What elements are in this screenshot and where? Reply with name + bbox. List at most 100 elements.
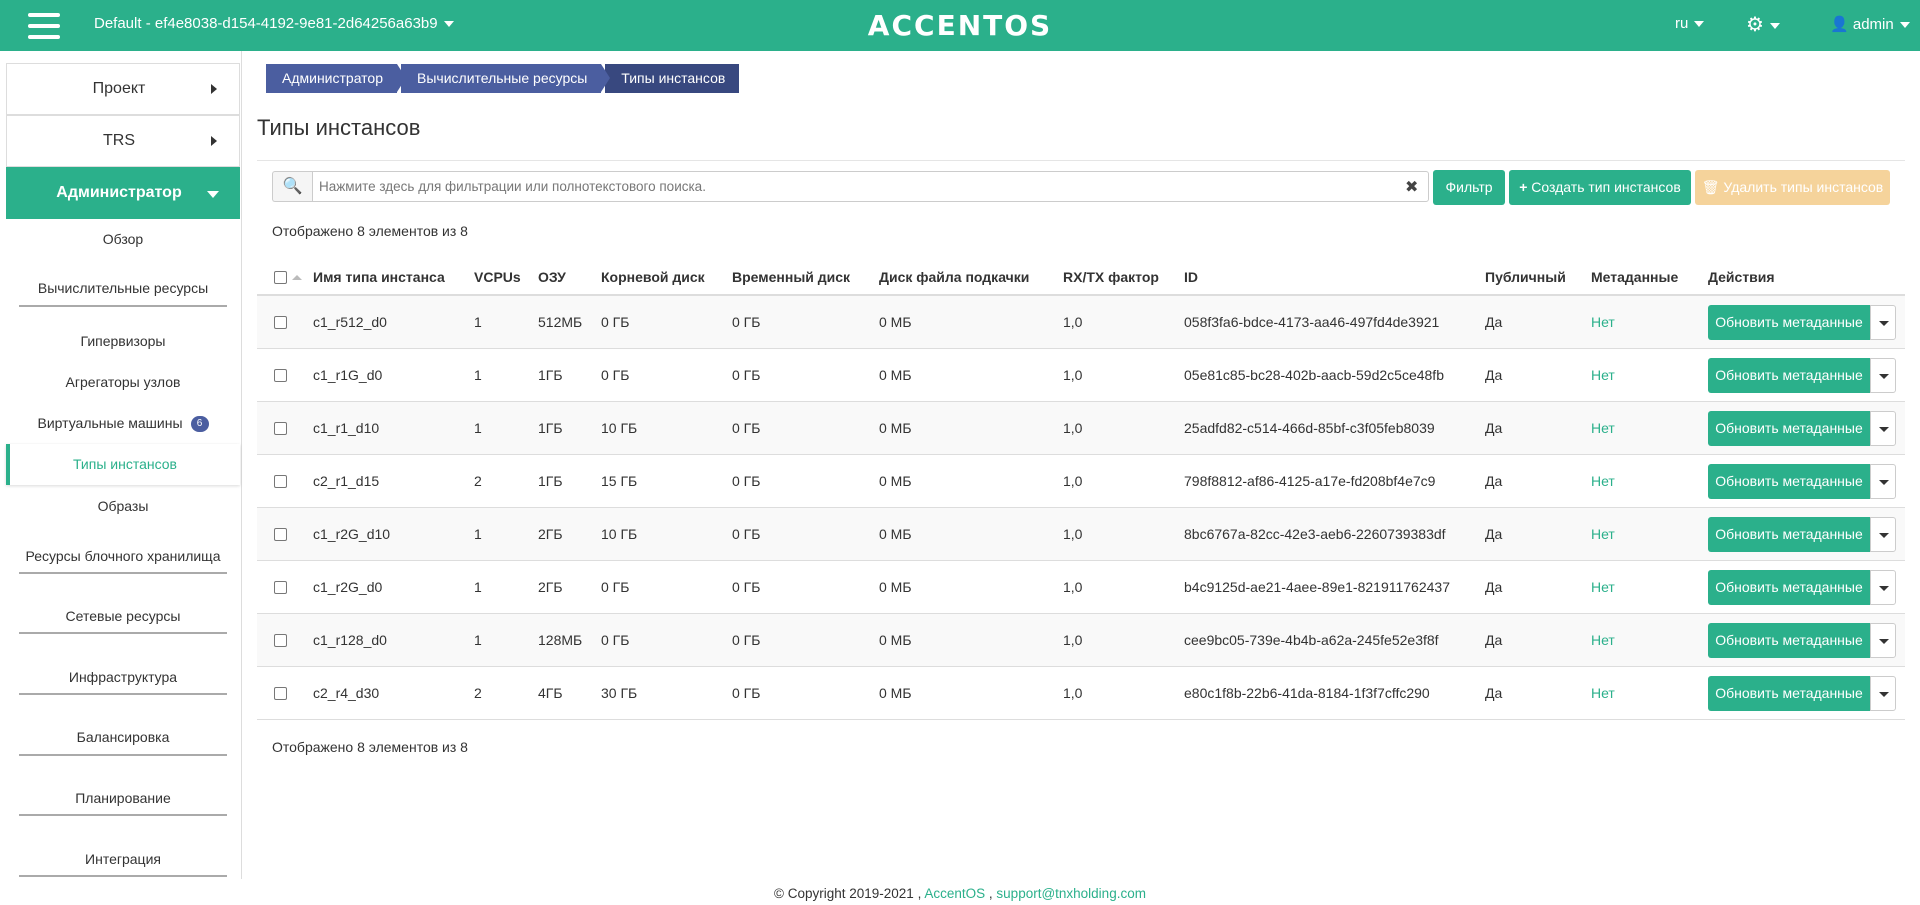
sidebar-item-compute[interactable]: Вычислительные ресурсы bbox=[6, 280, 240, 296]
cell-root-disk: 10 ГБ bbox=[601, 526, 638, 542]
user-menu[interactable]: 👤 admin bbox=[1830, 15, 1910, 33]
sidebar-item-aggregates[interactable]: Агрегаторы узлов bbox=[6, 374, 240, 390]
settings-menu[interactable]: ⚙ bbox=[1746, 12, 1780, 37]
update-metadata-button[interactable]: Обновить метаданные bbox=[1708, 517, 1870, 552]
cell-rxtx: 1,0 bbox=[1063, 473, 1083, 489]
update-metadata-button[interactable]: Обновить метаданные bbox=[1708, 464, 1870, 499]
filter-button[interactable]: Фильтр bbox=[1433, 170, 1505, 205]
update-metadata-button[interactable]: Обновить метаданные bbox=[1708, 676, 1870, 711]
cell-ephemeral-disk: 0 ГБ bbox=[732, 367, 761, 383]
support-email-link[interactable]: support@tnxholding.com bbox=[996, 886, 1146, 901]
row-actions-dropdown[interactable] bbox=[1870, 517, 1896, 552]
language-selector[interactable]: ru bbox=[1675, 15, 1705, 32]
create-flavor-button[interactable]: + Создать тип инстансов bbox=[1509, 170, 1691, 205]
search-input[interactable] bbox=[312, 171, 1429, 202]
chevron-down-icon bbox=[1879, 692, 1889, 697]
chevron-down-icon bbox=[207, 191, 219, 198]
col-public[interactable]: Публичный bbox=[1485, 258, 1566, 296]
chevron-down-icon bbox=[1879, 533, 1889, 538]
row-checkbox[interactable] bbox=[274, 634, 287, 647]
search-button[interactable]: 🔍 bbox=[272, 171, 312, 202]
row-checkbox[interactable] bbox=[274, 581, 287, 594]
sidebar-item-balancing[interactable]: Балансировка bbox=[6, 729, 240, 745]
row-checkbox[interactable] bbox=[274, 687, 287, 700]
sidebar-item-integration[interactable]: Интеграция bbox=[6, 851, 240, 867]
sidebar-item-overview[interactable]: Обзор bbox=[6, 231, 240, 247]
sidebar-item-images[interactable]: Образы bbox=[6, 498, 240, 514]
col-name[interactable]: Имя типа инстанса bbox=[313, 258, 445, 296]
cell-name: c2_r1_d15 bbox=[313, 473, 380, 489]
sidebar-item-project[interactable]: Проект bbox=[6, 63, 240, 115]
cell-metadata[interactable]: Нет bbox=[1591, 614, 1615, 667]
row-actions-dropdown[interactable] bbox=[1870, 623, 1896, 658]
breadcrumb-item[interactable]: Администратор bbox=[266, 64, 407, 93]
cell-metadata[interactable]: Нет bbox=[1591, 402, 1615, 455]
cell-swap-disk: 0 МБ bbox=[879, 420, 912, 436]
col-vcpus[interactable]: VCPUs bbox=[474, 258, 521, 296]
row-checkbox[interactable] bbox=[274, 422, 287, 435]
close-icon[interactable]: ✖ bbox=[1405, 177, 1418, 197]
update-metadata-button[interactable]: Обновить метаданные bbox=[1708, 623, 1870, 658]
delete-flavors-button[interactable]: 🗑 Удалить типы инстансов bbox=[1695, 170, 1890, 205]
cell-ephemeral-disk: 0 ГБ bbox=[732, 314, 761, 330]
separator: , bbox=[988, 886, 993, 901]
row-checkbox[interactable] bbox=[274, 369, 287, 382]
col-rxtx[interactable]: RX/TX фактор bbox=[1063, 258, 1159, 296]
menu-icon[interactable] bbox=[28, 13, 60, 39]
sidebar-item-label: TRS bbox=[103, 132, 135, 149]
cell-metadata[interactable]: Нет bbox=[1591, 349, 1615, 402]
divider bbox=[257, 160, 1905, 161]
sidebar-item-trs[interactable]: TRS bbox=[6, 115, 240, 167]
row-actions-dropdown[interactable] bbox=[1870, 570, 1896, 605]
row-actions-dropdown[interactable] bbox=[1870, 464, 1896, 499]
col-id[interactable]: ID bbox=[1184, 258, 1198, 296]
table-row: c1_r1_d10 1 1ГБ 10 ГБ 0 ГБ 0 МБ 1,0 25adfd82-c5… bbox=[257, 402, 1905, 455]
sidebar-item-admin[interactable]: Администратор bbox=[6, 167, 240, 219]
breadcrumb-label: Вычислительные ресурсы bbox=[417, 70, 588, 86]
sidebar-item-planning[interactable]: Планирование bbox=[6, 790, 240, 806]
cell-rxtx: 1,0 bbox=[1063, 367, 1083, 383]
cell-metadata[interactable]: Нет bbox=[1591, 667, 1615, 720]
col-root-disk[interactable]: Корневой диск bbox=[601, 258, 705, 296]
sidebar-item-block-storage[interactable]: Ресурсы блочного хранилища bbox=[6, 548, 240, 564]
update-metadata-button[interactable]: Обновить метаданные bbox=[1708, 358, 1870, 393]
update-metadata-button[interactable]: Обновить метаданные bbox=[1708, 411, 1870, 446]
sidebar-item-flavors[interactable]: Типы инстансов bbox=[6, 444, 240, 485]
update-metadata-button[interactable]: Обновить метаданные bbox=[1708, 570, 1870, 605]
cell-metadata[interactable]: Нет bbox=[1591, 296, 1615, 349]
col-ram[interactable]: ОЗУ bbox=[538, 258, 566, 296]
col-swap-disk[interactable]: Диск файла подкачки bbox=[879, 258, 1029, 296]
row-actions-dropdown[interactable] bbox=[1870, 305, 1896, 340]
cell-metadata[interactable]: Нет bbox=[1591, 561, 1615, 614]
sidebar-item-hypervisors[interactable]: Гипервизоры bbox=[6, 333, 240, 349]
select-all-checkbox[interactable] bbox=[274, 271, 287, 284]
cell-ram: 4ГБ bbox=[538, 685, 563, 701]
cell-swap-disk: 0 МБ bbox=[879, 526, 912, 542]
sidebar-item-label: Виртуальные машины bbox=[37, 415, 183, 431]
cell-id: 058f3fa6-bdce-4173-aa46-497fd4de3921 bbox=[1184, 314, 1440, 330]
sidebar-item-vms[interactable]: Виртуальные машины 6 bbox=[6, 415, 240, 433]
sidebar-item-network[interactable]: Сетевые ресурсы bbox=[6, 608, 240, 624]
row-actions-dropdown[interactable] bbox=[1870, 676, 1896, 711]
row-actions-dropdown[interactable] bbox=[1870, 358, 1896, 393]
breadcrumb-item-current[interactable]: Типы инстансов bbox=[605, 64, 740, 93]
col-metadata[interactable]: Метаданные bbox=[1591, 258, 1678, 296]
row-actions-dropdown[interactable] bbox=[1870, 411, 1896, 446]
update-metadata-button[interactable]: Обновить метаданные bbox=[1708, 305, 1870, 340]
cell-metadata[interactable]: Нет bbox=[1591, 508, 1615, 561]
cell-public: Да bbox=[1485, 579, 1503, 595]
row-checkbox[interactable] bbox=[274, 475, 287, 488]
col-ephemeral-disk[interactable]: Временный диск bbox=[732, 258, 850, 296]
breadcrumb-item[interactable]: Вычислительные ресурсы bbox=[401, 64, 611, 93]
row-checkbox[interactable] bbox=[274, 528, 287, 541]
cell-metadata[interactable]: Нет bbox=[1591, 455, 1615, 508]
sort-icon[interactable] bbox=[292, 275, 302, 280]
brand-link[interactable]: AccentOS bbox=[924, 886, 985, 901]
project-selector[interactable]: Default - ef4e8038-d154-4192-9e81-2d6425… bbox=[94, 15, 454, 32]
sidebar-item-infrastructure[interactable]: Инфраструктура bbox=[6, 669, 240, 685]
table-row: c1_r2G_d10 1 2ГБ 10 ГБ 0 ГБ 0 МБ 1,0 8bc6767a-8… bbox=[257, 508, 1905, 561]
row-checkbox[interactable] bbox=[274, 316, 287, 329]
breadcrumb: Администратор Вычислительные ресурсы Тип… bbox=[266, 64, 743, 93]
cell-id: 798f8812-af86-4125-a17e-fd208bf4e7c9 bbox=[1184, 473, 1436, 489]
breadcrumb-arrow bbox=[601, 64, 611, 92]
